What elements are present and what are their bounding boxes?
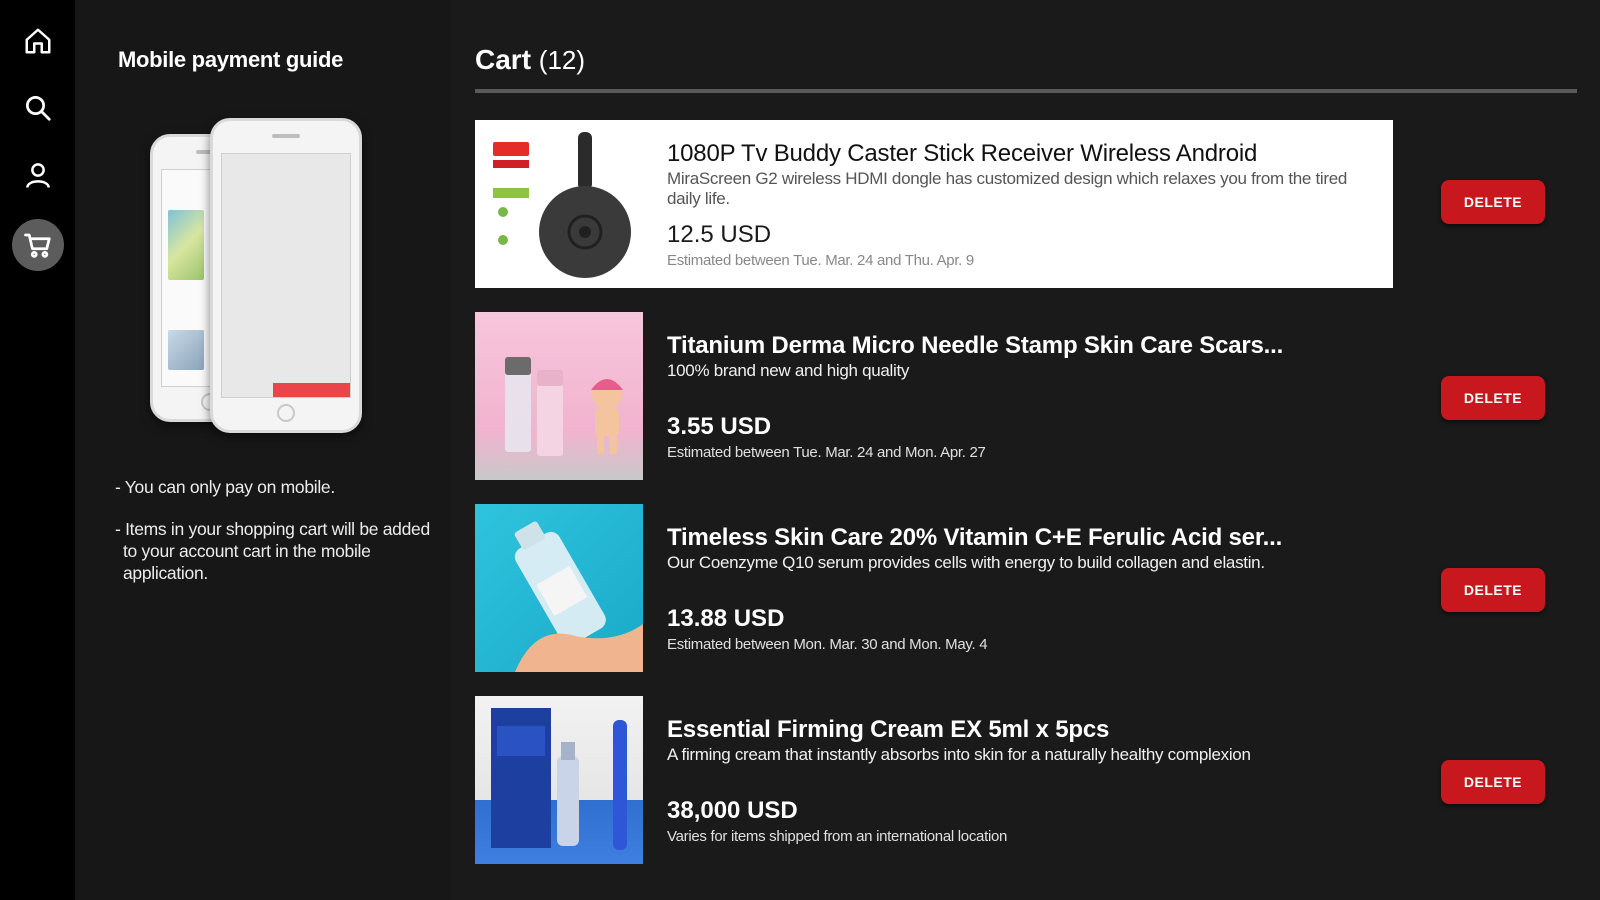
phone-front-image [210, 118, 362, 433]
product-title[interactable]: Timeless Skin Care 20% Vitamin C+E Ferul… [667, 524, 1379, 552]
nav-cart[interactable] [12, 219, 64, 271]
delivery-estimate: Estimated between Tue. Mar. 24 and Thu. … [667, 252, 974, 269]
nav-home[interactable] [12, 15, 64, 67]
product-image [475, 504, 643, 672]
cart-icon [24, 233, 51, 258]
product-price: 13.88 USD [667, 605, 785, 632]
nav-search[interactable] [12, 82, 64, 134]
product-title[interactable]: Titanium Derma Micro Needle Stamp Skin C… [667, 332, 1379, 360]
product-title[interactable]: Essential Firming Cream EX 5ml x 5pcs [667, 716, 1379, 744]
cart-item[interactable]: Essential Firming Cream EX 5ml x 5pcs A … [475, 696, 1393, 864]
home-icon [25, 28, 51, 54]
cart-main: Cart (12) 1080P Tv Buddy Caster Stick Re… [451, 0, 1600, 900]
divider [475, 89, 1577, 93]
nav-profile[interactable] [12, 149, 64, 201]
user-icon [26, 163, 50, 188]
cart-count: (12) [538, 45, 586, 75]
cart-item[interactable]: 1080P Tv Buddy Caster Stick Receiver Wir… [475, 120, 1393, 288]
cart-title-text: Cart [475, 44, 532, 75]
product-image [475, 120, 643, 288]
product-price: 3.55 USD [667, 413, 772, 440]
product-image [475, 696, 643, 864]
page-title: Cart (12) [475, 44, 585, 76]
delete-button[interactable]: DELETE [1441, 760, 1545, 804]
cart-item[interactable]: Titanium Derma Micro Needle Stamp Skin C… [475, 312, 1393, 480]
cart-item[interactable]: Timeless Skin Care 20% Vitamin C+E Ferul… [475, 504, 1393, 672]
product-image [475, 312, 643, 480]
product-price: 38,000 USD [667, 797, 798, 824]
delivery-estimate: Estimated between Mon. Mar. 30 and Mon. … [667, 636, 988, 653]
delivery-estimate: Estimated between Tue. Mar. 24 and Mon. … [667, 444, 986, 461]
guide-notes: - You can only pay on mobile. - Items in… [115, 476, 435, 604]
product-description: A firming cream that instantly absorbs i… [667, 745, 1251, 764]
guide-title: Mobile payment guide [118, 47, 344, 72]
payment-guide-panel: Mobile payment guide - You can only pay … [75, 0, 451, 900]
delete-button[interactable]: DELETE [1441, 180, 1545, 224]
product-description: MiraScreen G2 wireless HDMI dongle has c… [667, 169, 1348, 208]
product-title[interactable]: 1080P Tv Buddy Caster Stick Receiver Wir… [667, 140, 1379, 168]
nav-rail [0, 0, 75, 900]
search-icon [26, 96, 51, 121]
guide-note: - Items in your shopping cart will be ad… [115, 519, 430, 583]
product-description: Our Coenzyme Q10 serum provides cells wi… [667, 553, 1265, 572]
phones-illustration [150, 118, 380, 438]
delivery-estimate: Varies for items shipped from an interna… [667, 828, 1008, 845]
product-price: 12.5 USD [667, 221, 772, 248]
delete-button[interactable]: DELETE [1441, 568, 1545, 612]
product-description: 100% brand new and high quality [667, 361, 910, 380]
delete-button[interactable]: DELETE [1441, 376, 1545, 420]
guide-note: - You can only pay on mobile. [115, 477, 335, 497]
